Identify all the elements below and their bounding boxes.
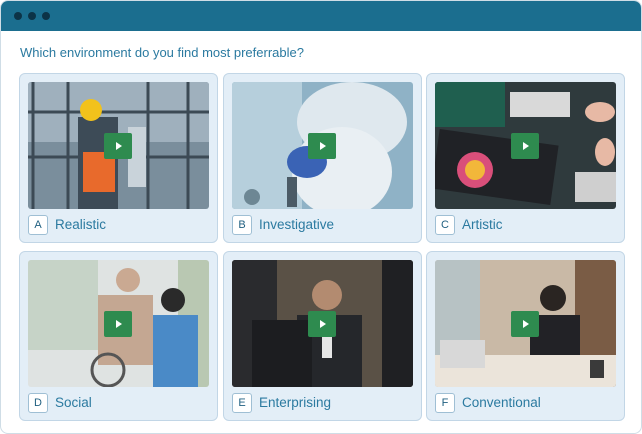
play-icon [116, 142, 122, 150]
option-label: Realistic [55, 217, 107, 232]
option-card-enterprising[interactable]: E Enterprising [223, 251, 422, 421]
option-letter: B [232, 215, 252, 235]
option-label: Social [55, 395, 92, 410]
app-window: Which environment do you find most prefe… [0, 0, 642, 434]
play-icon [320, 142, 326, 150]
option-card-investigative[interactable]: B Investigative [223, 73, 422, 243]
option-card-conventional[interactable]: F Conventional [426, 251, 625, 421]
option-letter: C [435, 215, 455, 235]
play-button[interactable] [511, 133, 539, 159]
option-letter: F [435, 393, 455, 413]
play-button[interactable] [511, 311, 539, 337]
option-card-social[interactable]: D Social [19, 251, 218, 421]
play-icon [523, 320, 529, 328]
window-dot-icon[interactable] [42, 12, 50, 20]
video-thumbnail-office-desk[interactable] [435, 260, 616, 387]
play-button[interactable] [104, 133, 132, 159]
window-titlebar [1, 1, 641, 31]
option-letter: D [28, 393, 48, 413]
option-label: Artistic [462, 217, 503, 232]
video-thumbnail-laboratory[interactable] [232, 82, 413, 209]
video-thumbnail-caregiver[interactable] [28, 260, 209, 387]
option-card-realistic[interactable]: A Realistic [19, 73, 218, 243]
play-button[interactable] [308, 311, 336, 337]
play-icon [320, 320, 326, 328]
option-card-artistic[interactable]: C Artistic [426, 73, 625, 243]
play-icon [523, 142, 529, 150]
option-letter: E [232, 393, 252, 413]
option-label: Enterprising [259, 395, 332, 410]
option-label: Conventional [462, 395, 541, 410]
play-button[interactable] [308, 133, 336, 159]
question-text: Which environment do you find most prefe… [20, 45, 304, 60]
video-thumbnail-design-desk[interactable] [435, 82, 616, 209]
play-icon [116, 320, 122, 328]
video-thumbnail-business-meeting[interactable] [232, 260, 413, 387]
video-thumbnail-construction[interactable] [28, 82, 209, 209]
option-letter: A [28, 215, 48, 235]
play-button[interactable] [104, 311, 132, 337]
window-dot-icon[interactable] [28, 12, 36, 20]
window-dot-icon[interactable] [14, 12, 22, 20]
option-label: Investigative [259, 217, 335, 232]
